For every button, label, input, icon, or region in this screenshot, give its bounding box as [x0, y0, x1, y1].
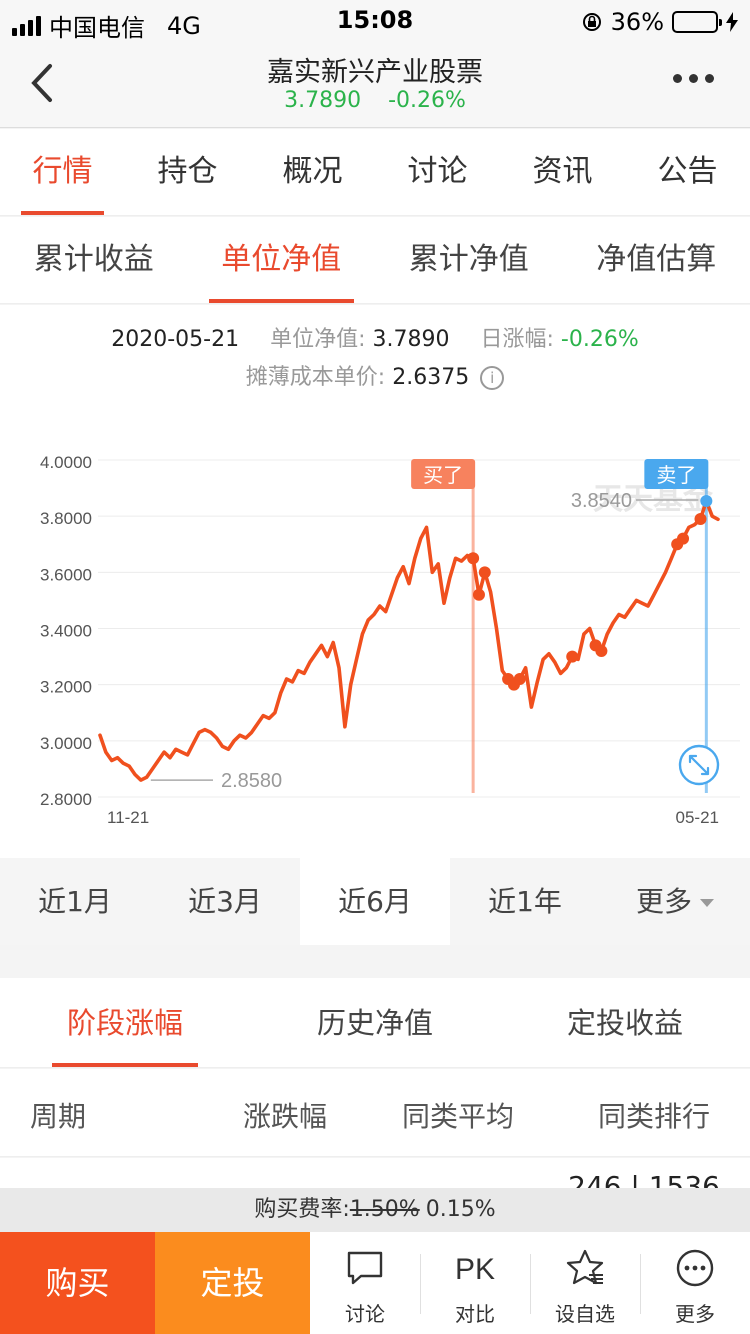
discuss-button[interactable]: 讨论	[310, 1232, 420, 1334]
fee-rate-bar: 购买费率:1.50% 0.15%	[0, 1188, 750, 1232]
y-tick-label: 3.4000	[40, 622, 92, 641]
compare-label: 对比	[455, 1302, 495, 1326]
tab-market[interactable]: 行情	[0, 129, 125, 215]
cost-value: 2.6375	[392, 365, 470, 390]
x-tick-label: 11-21	[107, 808, 149, 827]
nav-info: 2020-05-21 单位净值: 3.7890 日涨幅: -0.26% 摊薄成本…	[0, 305, 750, 415]
col-change: 涨跌幅	[243, 1100, 328, 1133]
nav-data-point	[595, 644, 608, 657]
tab-cumulative-nav[interactable]: 累计净值	[375, 217, 563, 303]
x-tick-label: 05-21	[676, 808, 719, 827]
range-1m[interactable]: 近1月	[0, 858, 150, 945]
tab-unit-nav[interactable]: 单位净值	[188, 217, 376, 303]
info-icon[interactable]: i	[480, 366, 505, 390]
daily-change-label: 日涨幅:	[480, 327, 554, 352]
nav-data-point	[467, 552, 480, 565]
sell-marker-label: 卖了	[656, 463, 696, 487]
chart-type-tabs: 累计收益 单位净值 累计净值 净值估算	[0, 217, 750, 304]
battery-percent: 36%	[610, 8, 664, 36]
watchlist-button[interactable]: 设自选	[530, 1232, 640, 1334]
fund-title: 嘉实新兴产业股票	[267, 57, 483, 88]
compare-button[interactable]: PK 对比	[420, 1232, 530, 1334]
main-tabs: 行情 持仓 概况 讨论 资讯 公告	[0, 129, 750, 216]
star-icon	[566, 1249, 604, 1285]
y-tick-label: 3.0000	[40, 734, 92, 753]
nav-date: 2020-05-21	[111, 327, 240, 352]
more-button[interactable]: 更多	[640, 1232, 750, 1334]
discuss-label: 讨论	[345, 1302, 385, 1326]
fee-original: 1.50%	[349, 1197, 420, 1222]
tab-news[interactable]: 资讯	[500, 129, 625, 215]
pk-icon: PK	[455, 1253, 495, 1286]
table-row: 246 | 1536	[0, 1158, 750, 1188]
tab-overview[interactable]: 概况	[250, 129, 375, 215]
range-selector: 近1月 近3月 近6月 近1年 更多	[0, 858, 750, 945]
nav-data-point	[677, 532, 690, 545]
sell-data-point	[700, 495, 713, 508]
peer-rank-value: 246 | 1536	[568, 1170, 720, 1188]
more-options-icon[interactable]	[673, 74, 714, 83]
col-period: 周期	[30, 1100, 87, 1133]
min-value-label: 2.8580	[221, 770, 282, 792]
nav-data-point	[472, 588, 485, 601]
nav-data-point	[478, 566, 491, 579]
more-label: 更多	[675, 1302, 715, 1326]
nav-chart: 4.0000 3.8000 3.6000 3.4000 3.2000 3.0000 2.80…	[0, 415, 750, 858]
watchlist-label: 设自选	[555, 1302, 615, 1326]
col-peer-rank: 同类排行	[598, 1100, 711, 1133]
nav-data-point	[513, 673, 526, 686]
buy-button[interactable]: 购买	[0, 1232, 155, 1334]
tab-period-return[interactable]: 阶段涨幅	[0, 978, 250, 1067]
nav-value: 3.7890	[372, 327, 450, 352]
y-tick-label: 3.8000	[40, 509, 92, 528]
tab-holdings[interactable]: 持仓	[125, 129, 250, 215]
status-right: 36%	[581, 8, 738, 36]
fee-discounted: 0.15%	[425, 1197, 496, 1222]
cost-label: 摊薄成本单价:	[245, 365, 386, 390]
battery-icon	[672, 11, 722, 33]
charging-icon	[726, 12, 738, 32]
performance-tabs: 阶段涨幅 历史净值 定投收益	[0, 978, 750, 1068]
sip-button[interactable]: 定投	[155, 1232, 310, 1334]
nav-bar: 嘉实新兴产业股票 3.7890 -0.26%	[0, 40, 750, 128]
tab-sip-return[interactable]: 定投收益	[500, 978, 750, 1067]
tab-discussion[interactable]: 讨论	[375, 129, 500, 215]
more-circle-icon	[676, 1249, 714, 1287]
fee-label: 购买费率:	[254, 1197, 350, 1222]
range-more[interactable]: 更多	[600, 858, 750, 945]
tab-nav-estimate[interactable]: 净值估算	[563, 217, 750, 303]
range-more-label: 更多	[635, 885, 692, 918]
daily-change-value: -0.26%	[560, 327, 639, 352]
tab-history-nav[interactable]: 历史净值	[250, 978, 500, 1067]
chevron-down-icon	[700, 899, 714, 907]
y-tick-label: 2.8000	[40, 790, 92, 809]
nav-line-chart[interactable]: 4.0000 3.8000 3.6000 3.4000 3.2000 3.0000 2.80…	[0, 415, 750, 858]
cost-info-row: 摊薄成本单价: 2.6375 i	[0, 359, 750, 391]
performance-table-header: 周期 涨跌幅 同类平均 同类排行	[0, 1069, 750, 1157]
range-6m[interactable]: 近6月	[300, 858, 450, 945]
max-value-label: 3.8540	[571, 490, 632, 512]
buy-marker-label: 买了	[423, 463, 463, 487]
rotation-lock-icon	[582, 13, 601, 31]
status-bar: 中国电信 4G 15:08 36%	[0, 0, 750, 42]
tab-cumulative-return[interactable]: 累计收益	[0, 217, 188, 303]
y-tick-label: 3.2000	[40, 678, 92, 697]
nav-data-point	[694, 512, 707, 525]
fund-change: -0.26%	[388, 88, 466, 113]
col-peer-avg: 同类平均	[402, 1100, 515, 1133]
fund-subtitle: 3.7890 -0.26%	[0, 88, 750, 113]
fund-nav-value: 3.7890	[284, 88, 362, 113]
y-tick-label: 4.0000	[40, 453, 92, 472]
nav-label: 单位净值:	[270, 327, 366, 352]
range-3m[interactable]: 近3月	[150, 858, 300, 945]
nav-info-row: 2020-05-21 单位净值: 3.7890 日涨幅: -0.26%	[0, 321, 750, 353]
chat-icon	[347, 1251, 383, 1285]
nav-series-line	[98, 499, 720, 782]
nav-data-point	[566, 650, 579, 663]
tab-announcements[interactable]: 公告	[625, 129, 750, 215]
y-tick-label: 3.6000	[40, 565, 92, 584]
bottom-action-bar: 购买 定投 讨论 PK 对比 设自选 更多	[0, 1232, 750, 1334]
range-1y[interactable]: 近1年	[450, 858, 600, 945]
pk-glyph: PK	[455, 1253, 495, 1286]
